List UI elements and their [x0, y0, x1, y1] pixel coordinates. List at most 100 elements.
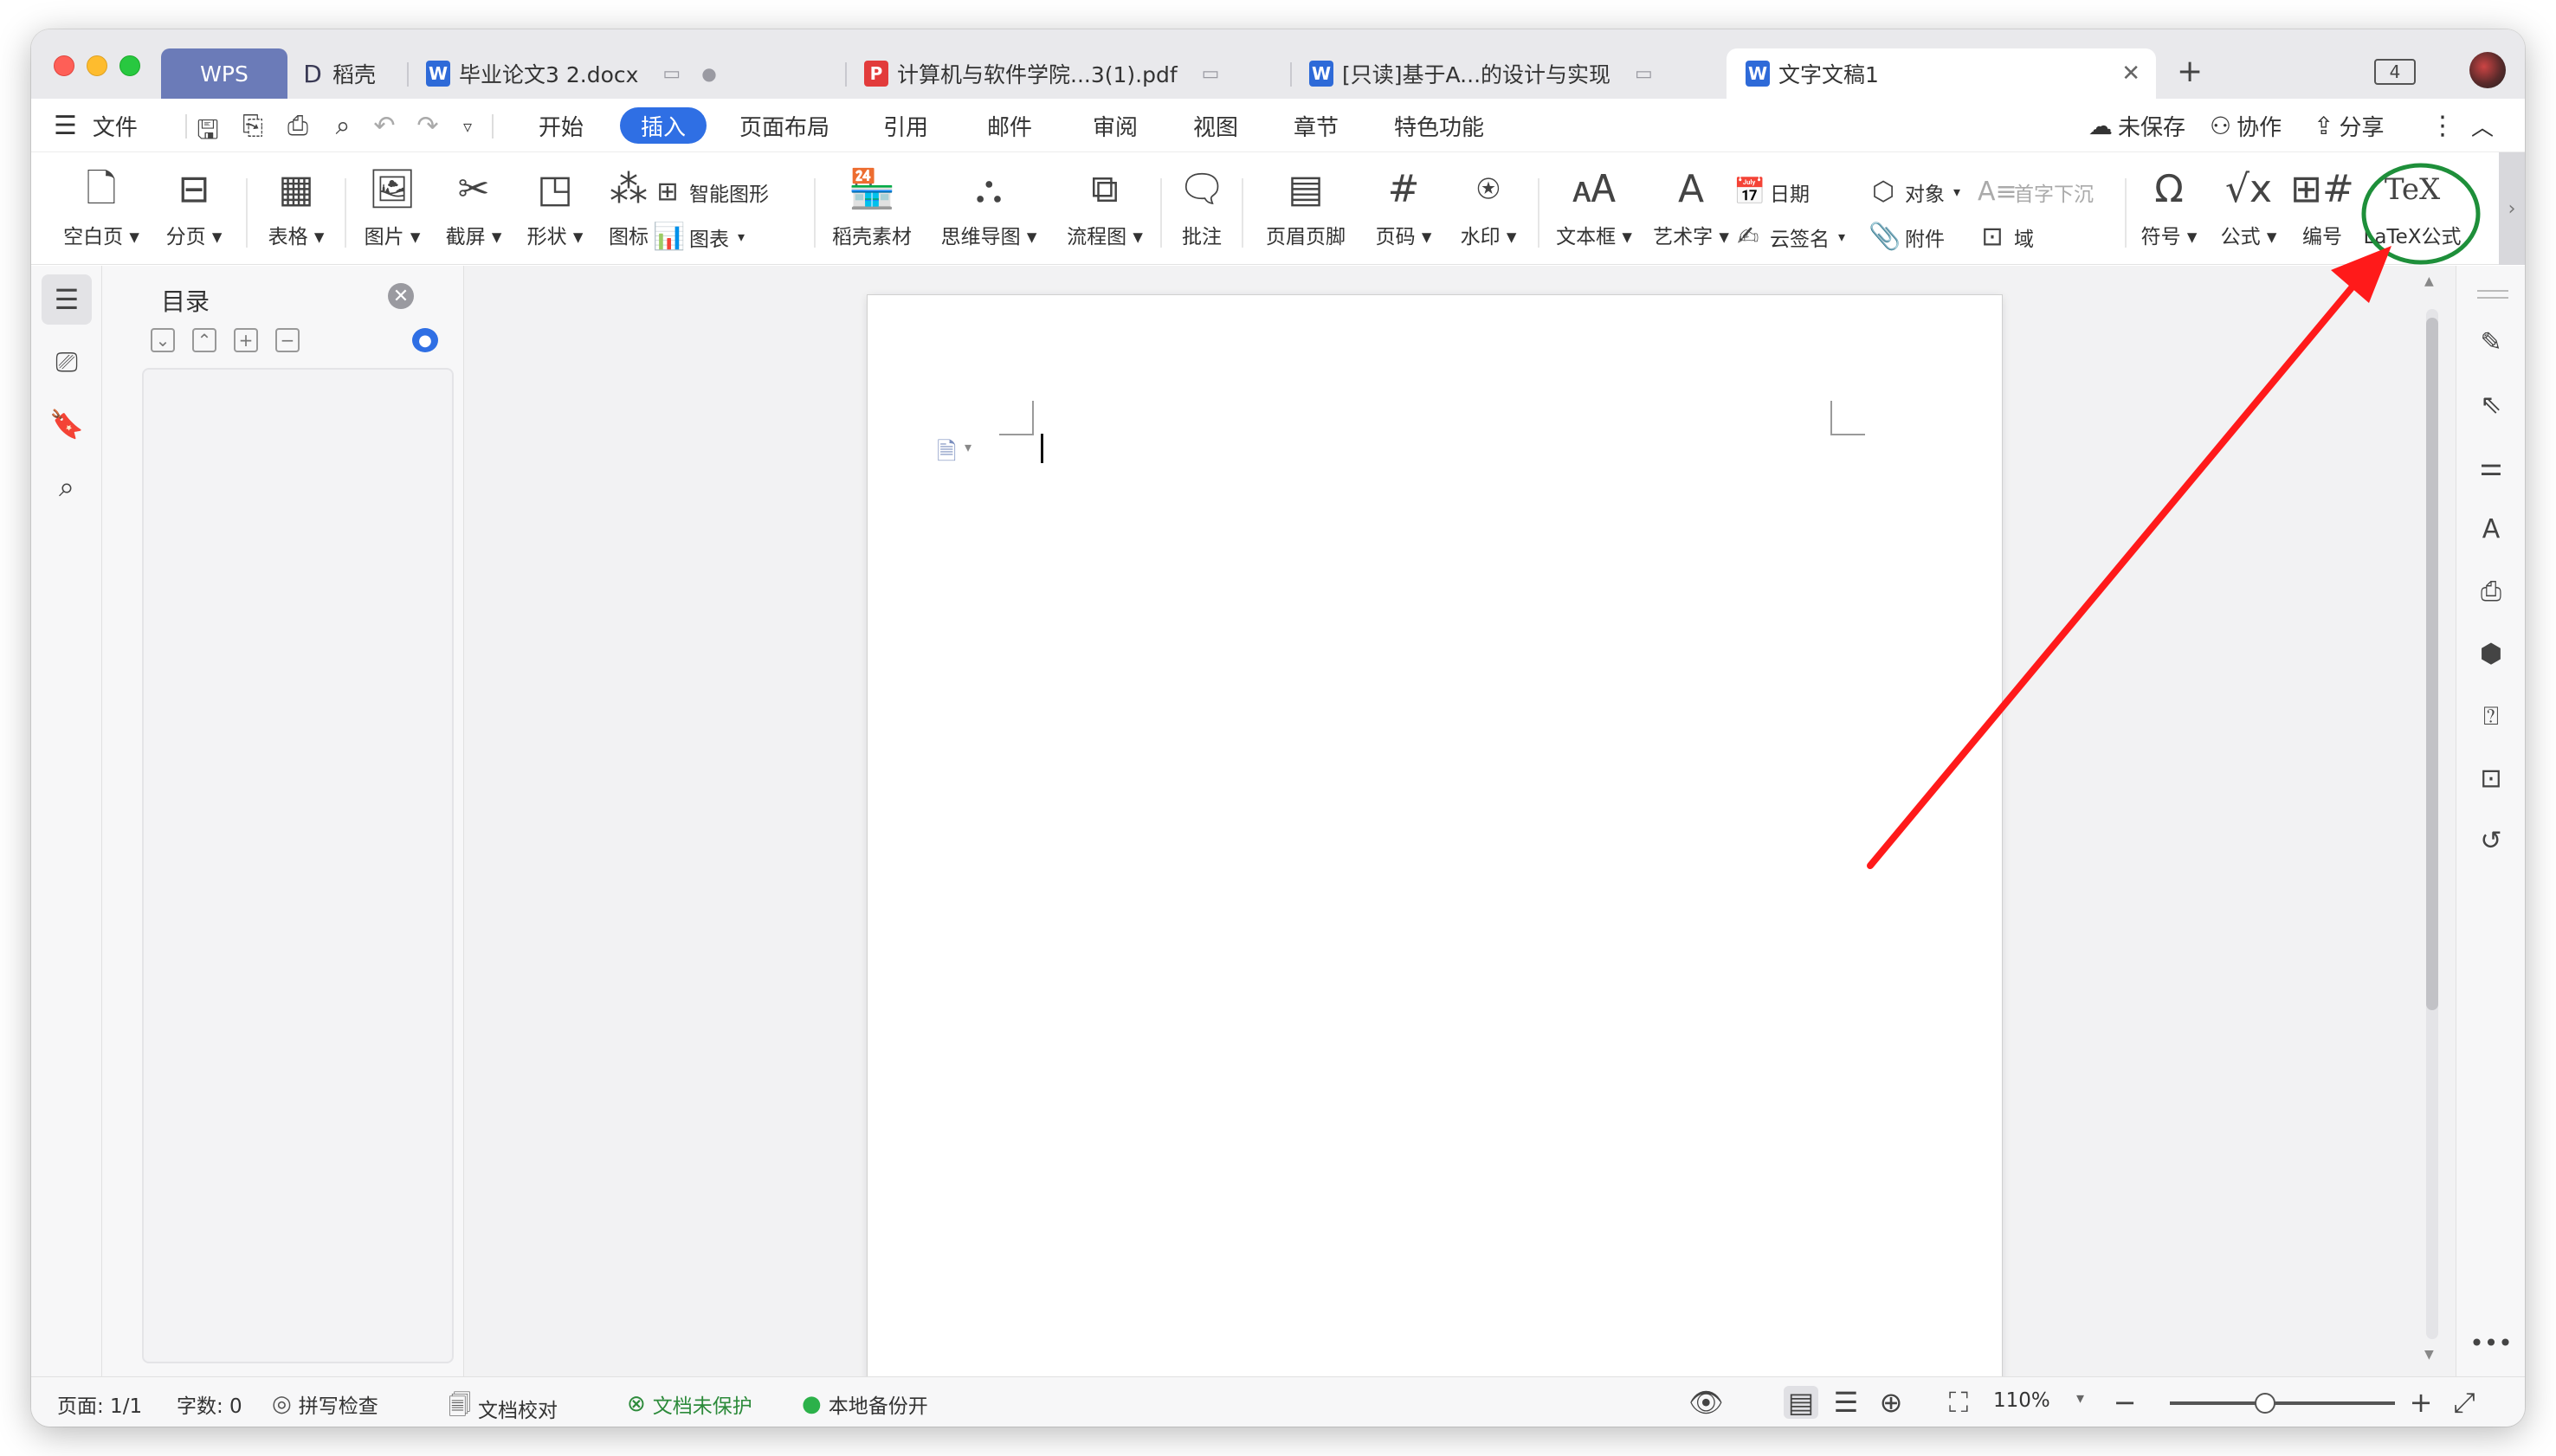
menu-tab-review[interactable]: 审阅 — [1093, 107, 1138, 144]
zoom-level[interactable]: 110% — [1993, 1389, 2050, 1412]
customize-quick-access-icon[interactable]: ▿ — [452, 116, 483, 137]
scroll-up-icon[interactable]: ▲ — [2424, 274, 2434, 288]
close-icon[interactable]: ✕ — [388, 283, 414, 309]
menu-tab-insert[interactable]: 插入 — [620, 107, 707, 144]
cloud-sign-button[interactable]: ✍ 云签名 ▾ — [1733, 222, 1845, 252]
comment-button[interactable]: 🗨 批注 — [1167, 166, 1236, 249]
protection-status[interactable]: ⊗ 文档未保护 — [627, 1389, 752, 1419]
spellcheck-toggle[interactable]: ◎ 拼写检查 — [272, 1389, 378, 1419]
scroll-thumb[interactable] — [2426, 318, 2438, 1010]
watermark-button[interactable]: ⍟ 水印 ▾ — [1448, 166, 1529, 249]
latex-formula-button[interactable]: TeX LaTeX公式 — [2360, 166, 2464, 249]
search-icon[interactable]: ⌕ — [42, 461, 92, 512]
shape-button[interactable]: ◳ 形状 ▾ — [514, 166, 596, 249]
paragraph-menu-icon[interactable]: 🗎 — [937, 434, 957, 475]
save-icon[interactable]: 🖫 — [192, 111, 223, 155]
attachment-button[interactable]: 📎 附件 — [1869, 222, 1945, 252]
smart-graphic-button[interactable]: ⊞ 智能图形 — [653, 177, 769, 207]
menu-tab-special-features[interactable]: 特色功能 — [1394, 107, 1484, 144]
blank-page-button[interactable]: 🗋 空白页 ▾ — [55, 166, 147, 249]
more-icon[interactable]: ••• — [2469, 1322, 2513, 1363]
shield-icon[interactable]: ⬢ — [2470, 633, 2512, 674]
zoom-out-icon[interactable]: − — [2107, 1386, 2142, 1419]
outline-view-icon[interactable]: ☰ — [1829, 1386, 1863, 1419]
toc-panel-icon[interactable]: ☰ — [42, 274, 92, 325]
word-count[interactable]: 字数: 0 — [177, 1389, 242, 1419]
numbering-button[interactable]: ⊞# 编号 — [2288, 166, 2357, 249]
collaborate-button[interactable]: ⚇ 协作 — [2210, 107, 2282, 144]
flowchart-button[interactable]: ⧉ 流程图 ▾ — [1053, 166, 1157, 249]
menu-tab-view[interactable]: 视图 — [1193, 107, 1238, 144]
fullscreen-icon[interactable]: ⤢ — [2447, 1386, 2482, 1420]
cloud-save-status[interactable]: ☁ 未保存 — [2088, 107, 2185, 144]
menu-tab-references[interactable]: 引用 — [883, 107, 928, 144]
minimize-window-button[interactable] — [87, 55, 107, 76]
field-button[interactable]: ⊡ 域 — [1978, 222, 2034, 252]
remove-heading-icon[interactable]: − — [275, 328, 300, 352]
document-page[interactable]: 🗎 ▾ — [868, 295, 2002, 1386]
mindmap-button[interactable]: ⛬ 思维导图 ▾ — [928, 166, 1049, 249]
web-view-icon[interactable]: ⊕ — [1874, 1386, 1908, 1419]
sidebar-handle[interactable] — [2477, 290, 2508, 299]
screenshot-button[interactable]: ✂ 截屏 ▾ — [433, 166, 514, 249]
docer-material-button[interactable]: 🏪 稻壳素材 — [821, 166, 923, 249]
expand-all-icon[interactable]: ⌄ — [151, 328, 175, 352]
undo-icon[interactable]: ↶ — [369, 111, 400, 141]
zoom-slider-knob[interactable] — [2255, 1393, 2275, 1414]
zoom-window-button[interactable] — [119, 55, 140, 76]
object-button[interactable]: ⬡ 对象 ▾ — [1869, 177, 1960, 207]
vertical-scrollbar[interactable]: ▲ ▼ — [2419, 266, 2443, 1376]
image-tool-icon[interactable]: ⊡ — [2470, 757, 2512, 799]
tools-icon[interactable]: ⎙ — [2470, 570, 2512, 612]
zoom-dropdown-icon[interactable]: ▾ — [2076, 1389, 2084, 1408]
collapse-all-icon[interactable]: ⌃ — [192, 328, 216, 352]
tab-pdf[interactable]: P 计算机与软件学院...3(1).pdf ▭ — [864, 48, 1219, 99]
chevron-down-icon[interactable]: ▾ — [965, 439, 971, 455]
bookmark-icon[interactable]: 🔖 — [42, 399, 92, 449]
tab-docer[interactable]: D 稻壳 — [301, 48, 376, 99]
menu-tab-chapter[interactable]: 章节 — [1294, 107, 1339, 144]
wordart-button[interactable]: A 艺术字 ▾ — [1643, 166, 1739, 249]
backup-status[interactable]: ● 本地备份开 — [802, 1389, 928, 1419]
tab-thesis-docx[interactable]: W 毕业论文3 2.docx ▭ ● — [426, 48, 717, 99]
textbox-button[interactable]: 🗚 文本框 ▾ — [1546, 166, 1642, 249]
icon-library-button[interactable]: ⁂ 图标 — [596, 166, 662, 249]
scroll-down-icon[interactable]: ▼ — [2424, 1348, 2434, 1362]
table-button[interactable]: ▦ 表格 ▾ — [253, 166, 339, 249]
zoom-in-icon[interactable]: + — [2404, 1386, 2438, 1419]
pen-icon[interactable]: ✎ — [2470, 321, 2512, 363]
share-button[interactable]: ⇪ 分享 — [2314, 107, 2384, 144]
header-footer-button[interactable]: ▤ 页眉页脚 — [1249, 166, 1363, 249]
proofread-button[interactable]: 🗐 文档校对 — [449, 1389, 558, 1427]
collapse-ribbon-icon[interactable]: ︿ — [2471, 107, 2494, 144]
window-panels-button[interactable]: 4 — [2374, 59, 2416, 85]
more-options-icon[interactable]: ⋮ — [2430, 107, 2456, 144]
eye-protection-icon[interactable]: 👁 — [1688, 1386, 1724, 1419]
page-indicator[interactable]: 页面: 1/1 — [57, 1389, 142, 1419]
menu-tab-home[interactable]: 开始 — [539, 107, 584, 144]
print-preview-icon[interactable]: ⌕ — [327, 111, 358, 141]
fit-page-icon[interactable]: ⛶ — [1941, 1386, 1976, 1420]
symbol-button[interactable]: Ω 符号 ▾ — [2130, 166, 2208, 249]
new-tab-button[interactable]: + — [2177, 54, 2203, 89]
zoom-slider-track[interactable] — [2170, 1401, 2395, 1405]
select-pointer-icon[interactable]: ⇖ — [2470, 383, 2512, 425]
chapter-navigation-icon[interactable]: ⎚ — [42, 337, 92, 387]
style-icon[interactable]: A — [2470, 508, 2512, 550]
chart-button[interactable]: 📊 图表 ▾ — [653, 222, 745, 252]
page-number-button[interactable]: # 页码 ▾ — [1363, 166, 1444, 249]
tab-wps-home[interactable]: WPS — [161, 48, 287, 99]
close-tab-icon[interactable]: ✕ — [2121, 61, 2140, 87]
print-icon[interactable]: ⎙ — [282, 111, 313, 141]
ribbon-scroll-right-button[interactable]: › — [2499, 152, 2525, 265]
history-icon[interactable]: ↺ — [2470, 820, 2512, 861]
add-heading-icon[interactable]: + — [234, 328, 258, 352]
toc-more-icon[interactable]: ● — [412, 328, 438, 352]
file-menu[interactable]: ☰ 文件 — [54, 107, 138, 144]
user-avatar[interactable] — [2469, 52, 2506, 88]
redo-icon[interactable]: ↷ — [412, 111, 443, 141]
page-view-icon[interactable]: ▤ — [1784, 1386, 1818, 1419]
contact-card-icon[interactable]: ⍰ — [2470, 695, 2512, 737]
adjust-sliders-icon[interactable]: ⚌ — [2470, 446, 2512, 487]
menu-tab-page-layout[interactable]: 页面布局 — [739, 107, 829, 144]
